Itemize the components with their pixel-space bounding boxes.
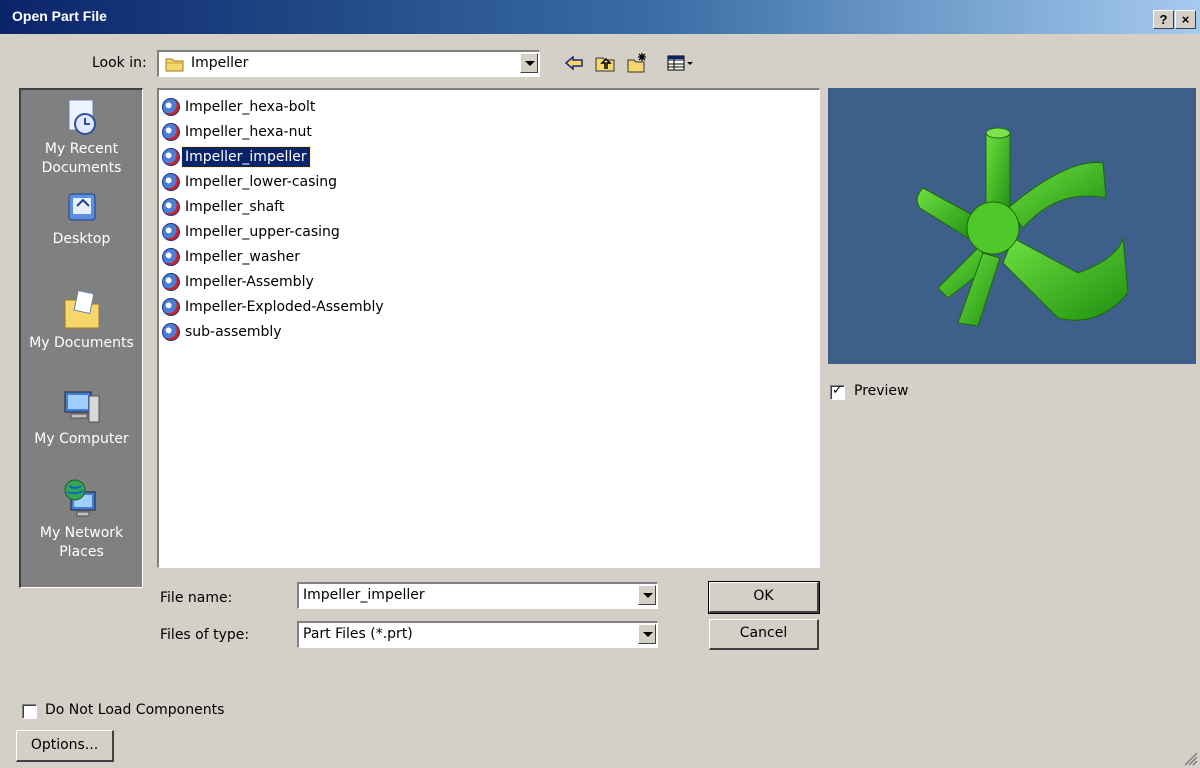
file-type-label: Files of type: bbox=[160, 627, 250, 643]
file-item[interactable]: Impeller_hexa-bolt bbox=[162, 95, 318, 118]
file-item[interactable]: sub-assembly bbox=[162, 320, 285, 343]
place-network-places[interactable]: My Network Places bbox=[21, 478, 142, 562]
preview-checkbox[interactable]: ✓ bbox=[830, 383, 845, 400]
file-item[interactable]: Impeller_lower-casing bbox=[162, 170, 340, 193]
folder-icon bbox=[165, 58, 184, 72]
file-list[interactable]: Impeller_hexa-bolt Impeller_hexa-nut Imp… bbox=[157, 88, 820, 568]
places-bar: My Recent Documents Desktop My Documents… bbox=[19, 88, 143, 588]
place-label: My Recent Documents bbox=[41, 141, 122, 176]
look-in-value: Impeller bbox=[191, 55, 249, 71]
file-name-input[interactable]: Impeller_impeller bbox=[297, 582, 658, 609]
close-button[interactable]: × bbox=[1175, 10, 1196, 29]
part-file-icon bbox=[162, 322, 180, 341]
my-computer-icon bbox=[64, 391, 99, 423]
part-file-icon bbox=[162, 272, 180, 291]
cancel-button[interactable]: Cancel bbox=[709, 619, 819, 650]
network-places-icon bbox=[64, 479, 95, 517]
file-type-value: Part Files (*.prt) bbox=[303, 626, 413, 642]
up-one-level-icon[interactable] bbox=[594, 52, 616, 74]
view-menu-icon[interactable] bbox=[666, 52, 696, 74]
look-in-dropdown[interactable]: Impeller bbox=[157, 50, 540, 77]
chevron-down-icon[interactable] bbox=[638, 624, 656, 644]
resize-grip-icon[interactable] bbox=[1182, 750, 1198, 766]
preview-label: Preview bbox=[854, 383, 909, 399]
file-item[interactable]: Impeller_hexa-nut bbox=[162, 120, 315, 143]
ok-button[interactable]: OK bbox=[708, 581, 820, 614]
file-item[interactable]: Impeller_shaft bbox=[162, 195, 287, 218]
new-folder-icon[interactable] bbox=[626, 52, 648, 74]
place-label: My Documents bbox=[29, 335, 134, 351]
chevron-down-icon[interactable] bbox=[520, 53, 538, 73]
desktop-icon bbox=[68, 193, 95, 221]
do-not-load-components-checkbox[interactable] bbox=[22, 704, 37, 719]
place-my-computer[interactable]: My Computer bbox=[21, 386, 142, 449]
impeller-model-image bbox=[916, 127, 1129, 327]
place-label: Desktop bbox=[52, 231, 111, 247]
file-item[interactable]: Impeller-Assembly bbox=[162, 270, 317, 293]
window-title: Open Part File bbox=[12, 8, 107, 24]
part-file-icon bbox=[162, 172, 180, 191]
do-not-load-components-label: Do Not Load Components bbox=[45, 702, 225, 718]
part-file-icon bbox=[162, 97, 180, 116]
back-arrow-icon[interactable] bbox=[563, 52, 585, 74]
chevron-down-icon[interactable] bbox=[638, 585, 656, 605]
place-recent-documents[interactable]: My Recent Documents bbox=[21, 98, 142, 178]
help-button[interactable]: ? bbox=[1153, 10, 1174, 29]
file-type-dropdown[interactable]: Part Files (*.prt) bbox=[297, 621, 658, 648]
part-file-icon bbox=[162, 222, 180, 241]
preview-pane bbox=[828, 88, 1196, 364]
place-label: My Network Places bbox=[39, 525, 124, 560]
file-item-selected[interactable]: Impeller_impeller bbox=[162, 145, 311, 168]
file-name-value: Impeller_impeller bbox=[303, 587, 425, 603]
file-name-label: File name: bbox=[160, 590, 233, 606]
part-file-icon bbox=[162, 122, 180, 141]
part-file-icon bbox=[162, 197, 180, 216]
title-bar: Open Part File ? × bbox=[0, 0, 1200, 34]
file-item[interactable]: Impeller_washer bbox=[162, 245, 303, 268]
part-file-icon bbox=[162, 297, 180, 316]
part-file-icon bbox=[162, 247, 180, 266]
my-documents-icon bbox=[64, 289, 99, 329]
options-button[interactable]: Options... bbox=[16, 730, 114, 762]
recent-documents-icon bbox=[68, 99, 96, 135]
part-file-icon bbox=[162, 147, 180, 166]
file-item[interactable]: Impeller_upper-casing bbox=[162, 220, 343, 243]
file-item[interactable]: Impeller-Exploded-Assembly bbox=[162, 295, 387, 318]
check-icon: ✓ bbox=[832, 383, 843, 398]
place-my-documents[interactable]: My Documents bbox=[21, 288, 142, 353]
place-desktop[interactable]: Desktop bbox=[21, 190, 142, 249]
look-in-label: Look in: bbox=[92, 55, 147, 71]
place-label: My Computer bbox=[34, 431, 129, 447]
